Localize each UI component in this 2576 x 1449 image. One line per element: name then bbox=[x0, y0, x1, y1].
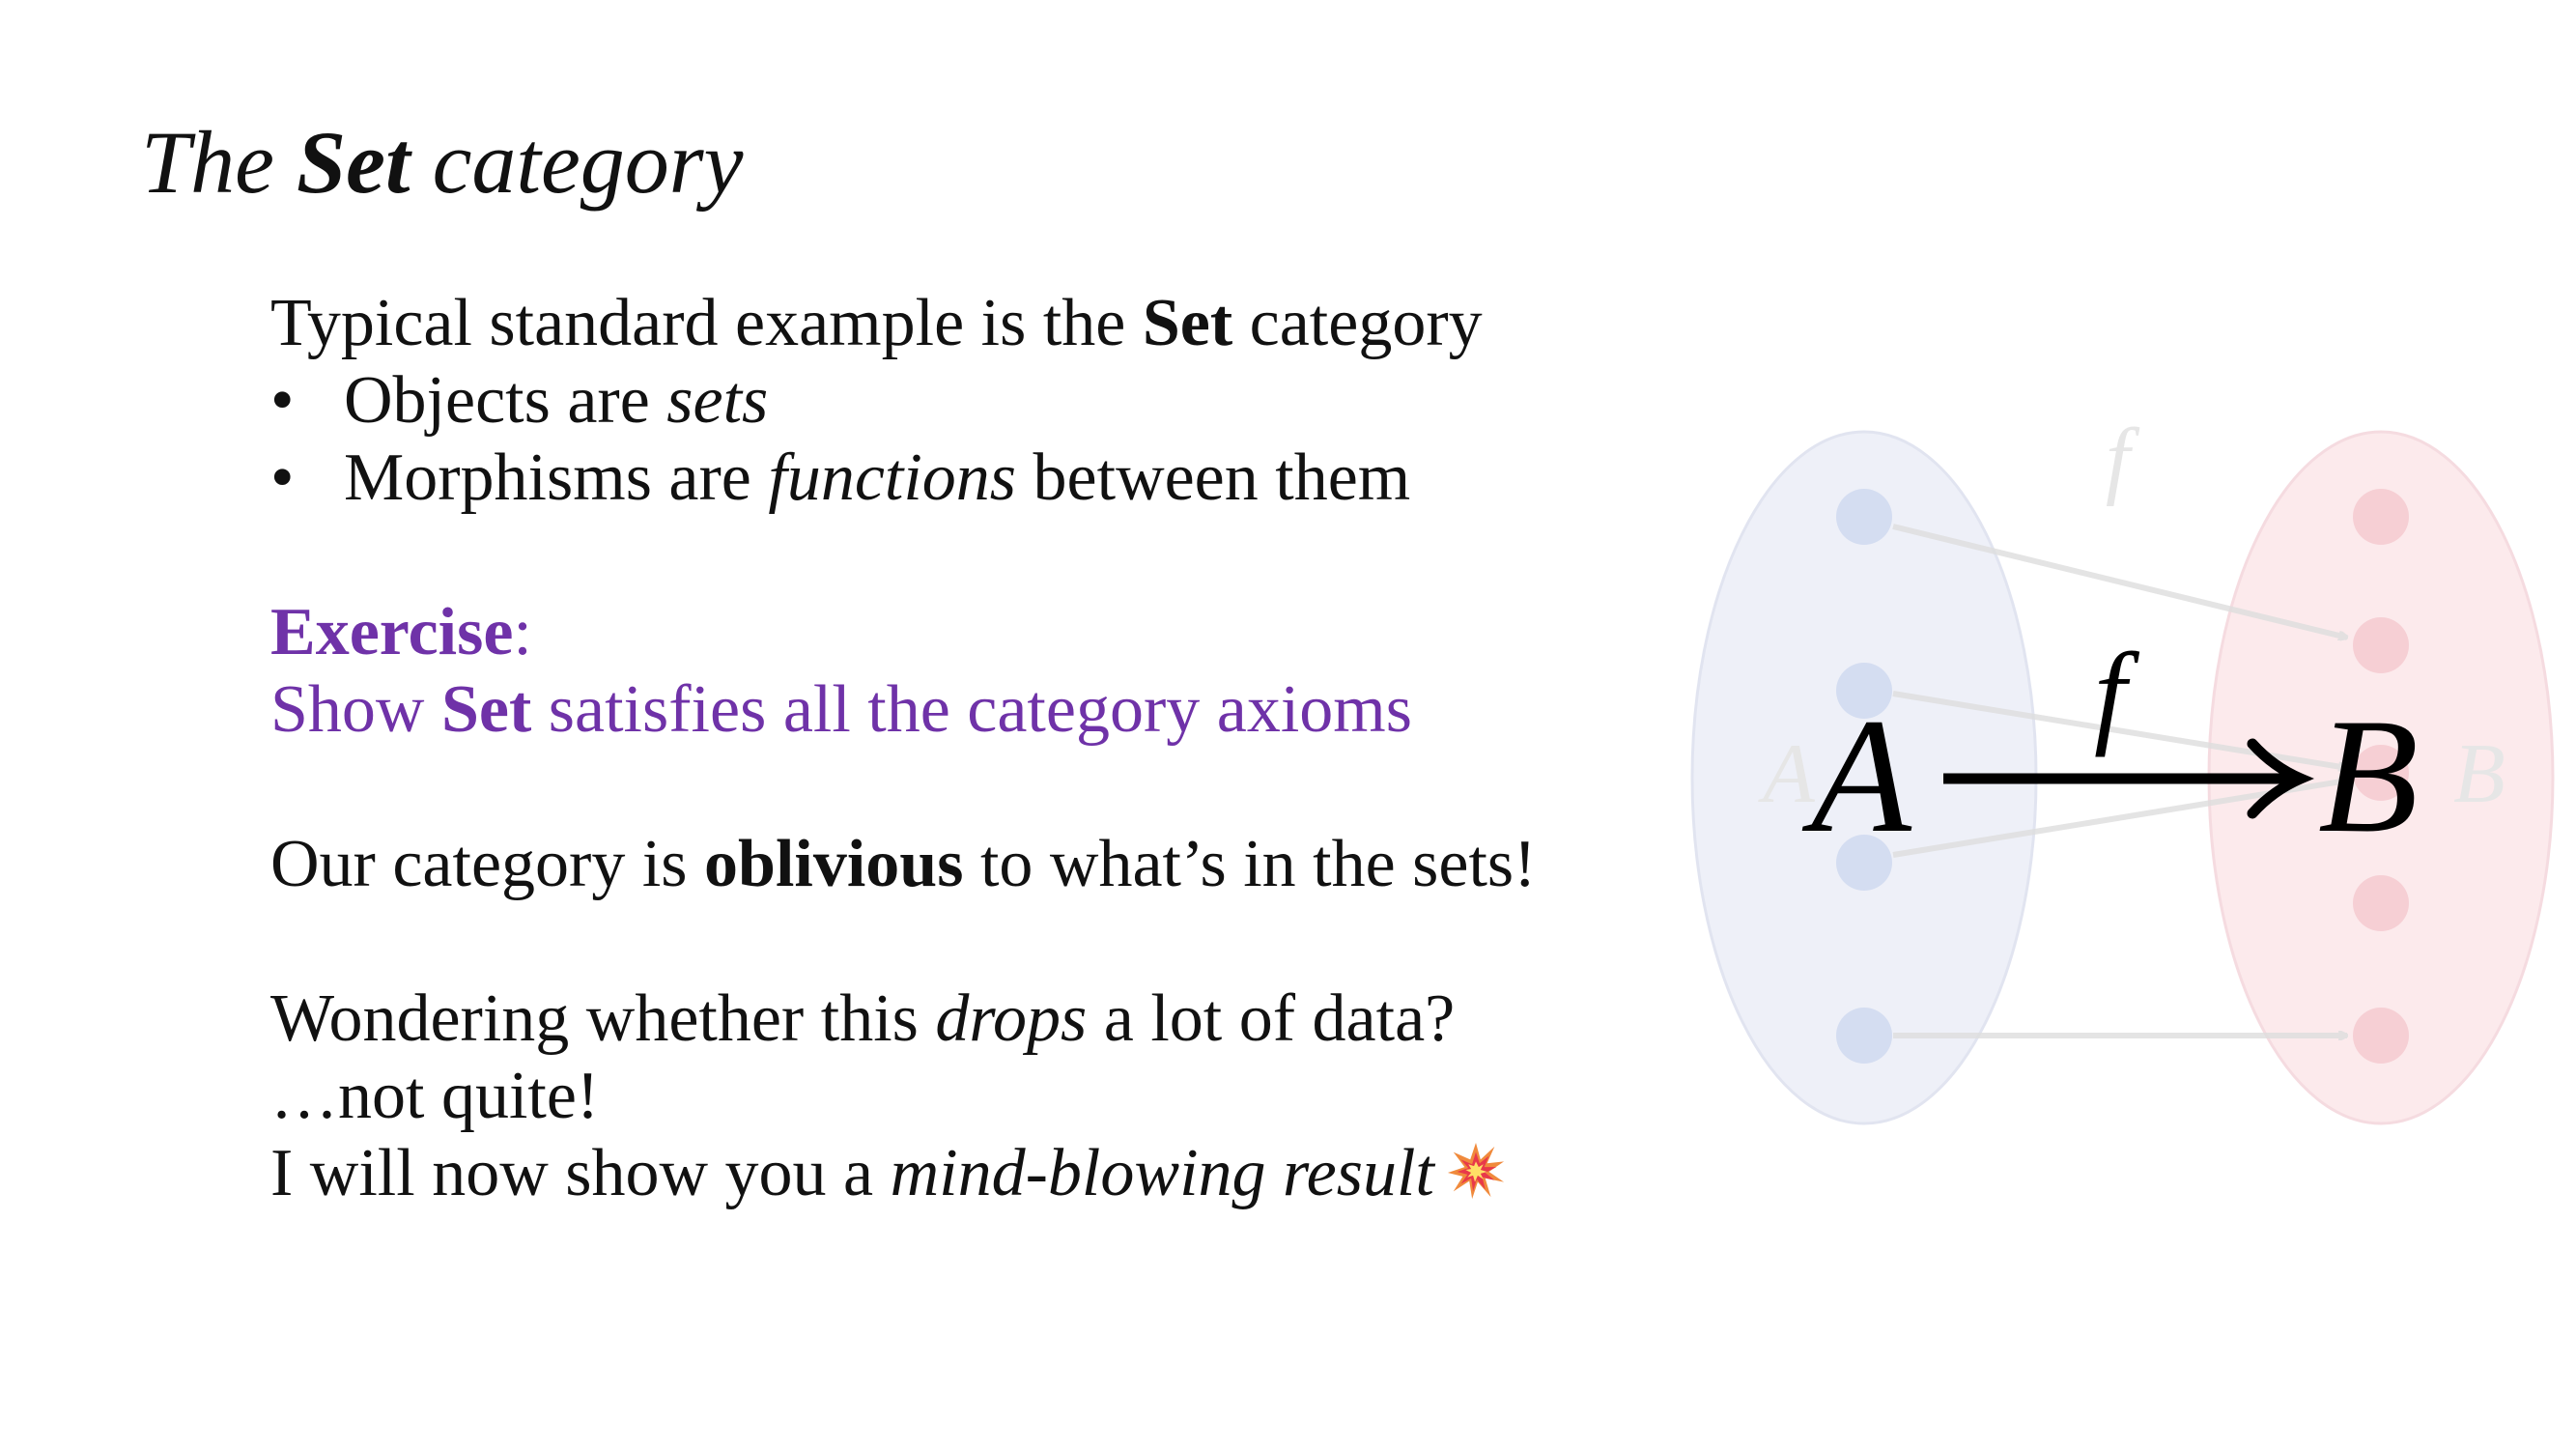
title-bold: Set bbox=[297, 113, 410, 212]
slide-title: The Set category bbox=[141, 113, 744, 212]
wondering-italic: drops bbox=[935, 981, 1088, 1056]
wondering-after: a lot of data? bbox=[1087, 981, 1456, 1056]
exercise-line: Show Set satisfies all the category axio… bbox=[270, 671, 1536, 749]
exercise-after: satisfies all the category axioms bbox=[531, 672, 1412, 747]
bullet-symbol: • bbox=[270, 440, 295, 515]
set-a-element bbox=[1836, 489, 1892, 545]
bullet-after: between them bbox=[1016, 440, 1411, 515]
wondering-text: Wondering whether this bbox=[270, 981, 936, 1056]
exercise-label: Exercise bbox=[270, 595, 514, 669]
target-object-label: B bbox=[2318, 685, 2419, 867]
wondering-line: Wondering whether this drops a lot of da… bbox=[270, 980, 1536, 1058]
exercise-bold: Set bbox=[440, 672, 532, 747]
faded-set-a-label: A bbox=[1758, 727, 1816, 821]
exercise-heading: Exercise: bbox=[270, 594, 1536, 671]
set-b-element bbox=[2353, 489, 2409, 545]
oblivious-line: Our category is oblivious to what’s in t… bbox=[270, 826, 1536, 903]
bullet-italic: sets bbox=[666, 363, 769, 438]
oblivious-after: to what’s in the sets! bbox=[963, 827, 1537, 901]
set-b-element bbox=[2353, 617, 2409, 673]
will-show-italic: mind-blowing result bbox=[890, 1136, 1434, 1210]
bullet-text: Morphisms are bbox=[344, 440, 769, 515]
bullet-symbol: • bbox=[270, 363, 295, 438]
intro-bold: Set bbox=[1142, 286, 1233, 360]
exercise-text: Show bbox=[270, 672, 441, 747]
bullet-text: Objects are bbox=[344, 363, 667, 438]
bullet-italic: functions bbox=[768, 440, 1017, 515]
source-object-label: A bbox=[1801, 685, 1912, 867]
set-b-element bbox=[2353, 875, 2409, 931]
intro-line: Typical standard example is the Set cate… bbox=[270, 285, 1536, 362]
exercise-colon: : bbox=[513, 595, 532, 669]
title-suffix: category bbox=[410, 113, 744, 212]
will-show-line: I will now show you a mind-blowing resul… bbox=[270, 1135, 1536, 1212]
bullet-objects: • Objects are sets bbox=[270, 362, 1536, 440]
slide-body: Typical standard example is the Set cate… bbox=[270, 285, 1536, 1212]
oblivious-bold: oblivious bbox=[704, 827, 964, 901]
intro-after: category bbox=[1232, 286, 1483, 360]
faded-set-b-label: B bbox=[2453, 727, 2505, 821]
oblivious-text: Our category is bbox=[270, 827, 705, 901]
set-a-element bbox=[1836, 1008, 1892, 1064]
not-quite-line: …not quite! bbox=[270, 1059, 600, 1133]
will-show-text: I will now show you a bbox=[270, 1136, 891, 1210]
faded-function-label: f bbox=[2106, 412, 2140, 507]
collision-icon bbox=[1447, 1142, 1504, 1200]
bullet-morphisms: • Morphisms are functions between them bbox=[270, 440, 1536, 517]
slide: The Set category Typical standard exampl… bbox=[0, 0, 2576, 1449]
intro-text: Typical standard example is the bbox=[270, 286, 1143, 360]
set-b-element bbox=[2353, 1008, 2409, 1064]
title-prefix: The bbox=[141, 113, 297, 212]
morphism-label: f bbox=[2094, 629, 2140, 757]
